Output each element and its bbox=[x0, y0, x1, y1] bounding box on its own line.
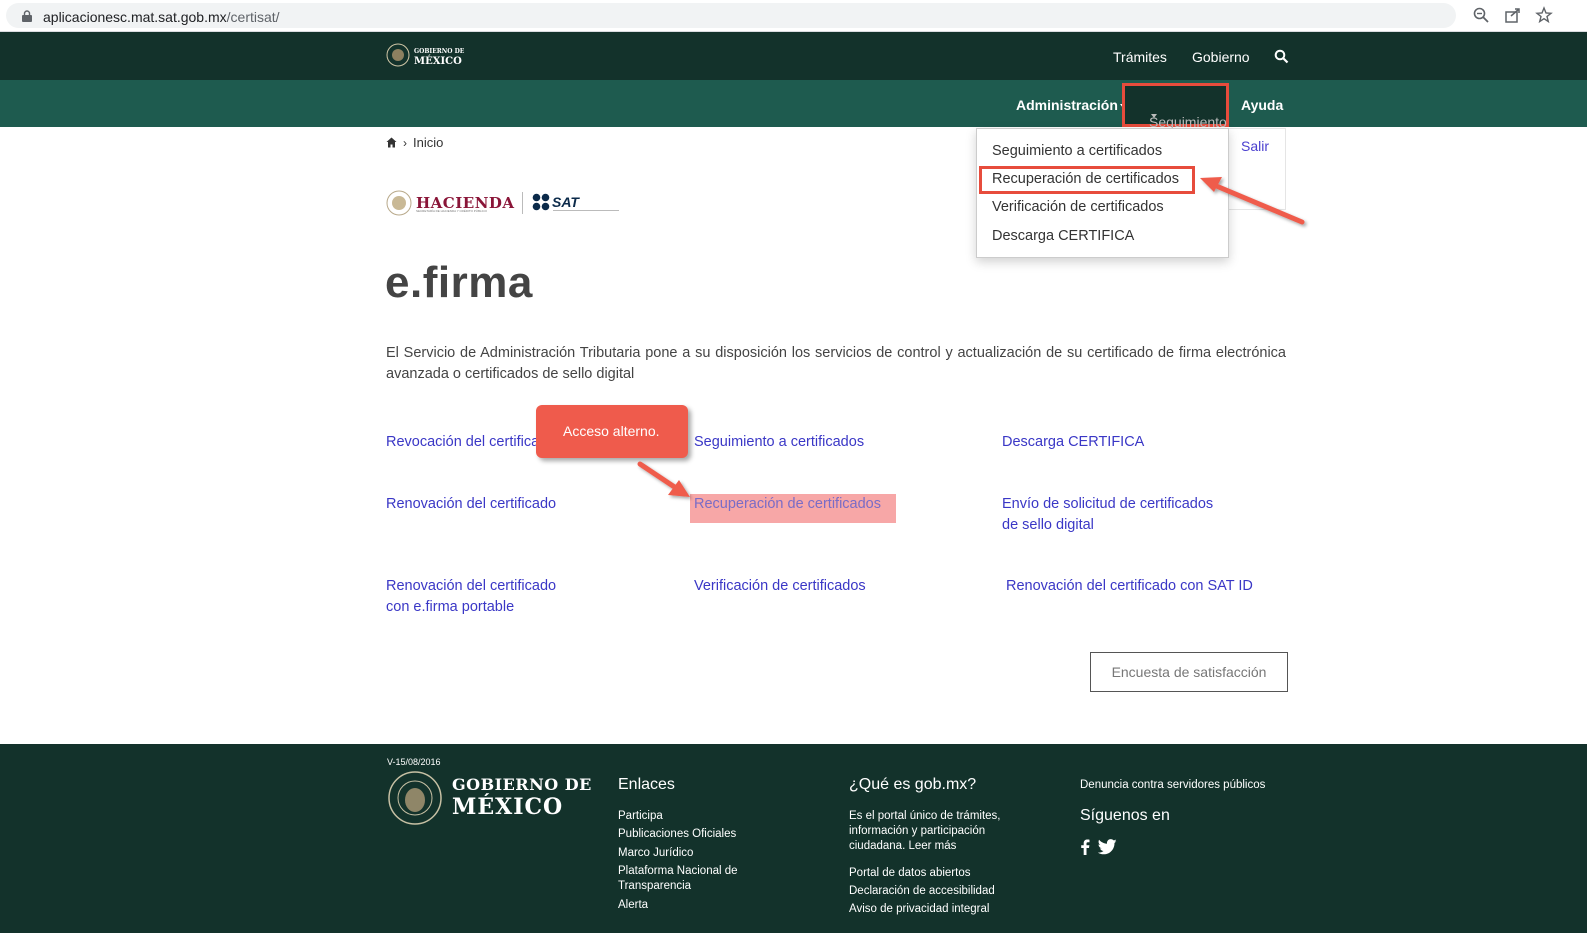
seguimiento-link[interactable]: Seguimiento a certificados bbox=[694, 432, 864, 453]
eagle-emblem-icon bbox=[386, 190, 412, 216]
dropdown-item-recuperacion[interactable]: Recuperación de certificados bbox=[992, 171, 1179, 187]
renovacion-satid-link[interactable]: Renovación del certificado con SAT ID bbox=[1006, 576, 1253, 597]
footer-link-plataforma[interactable]: Plataforma Nacional de Transparencia bbox=[618, 864, 738, 894]
breadcrumb-inicio[interactable]: Inicio bbox=[413, 135, 443, 150]
footer-link-datos-abiertos[interactable]: Portal de datos abiertos bbox=[849, 866, 970, 881]
revocacion-link[interactable]: Revocación del certificado bbox=[386, 432, 555, 453]
gobierno-mexico-logo[interactable]: GOBIERNO DE MÉXICO bbox=[386, 43, 464, 72]
home-icon[interactable] bbox=[386, 137, 397, 148]
administracion-menu[interactable]: Administración bbox=[1016, 97, 1126, 113]
footer-link-accesibilidad[interactable]: Declaración de accesibilidad bbox=[849, 884, 995, 899]
sat-dots-icon bbox=[532, 193, 550, 211]
lock-icon bbox=[22, 10, 32, 22]
recuperacion-link[interactable]: Recuperación de certificados bbox=[694, 494, 881, 515]
gobierno-link[interactable]: Gobierno bbox=[1192, 49, 1250, 65]
footer-link-denuncia[interactable]: Denuncia contra servidores públicos bbox=[1080, 778, 1265, 793]
gov-header: GOBIERNO DE MÉXICO Trámites Gobierno bbox=[0, 32, 1587, 80]
footer: V-15/08/2016 GOBIERNO DE MÉXICO Enlaces P… bbox=[0, 744, 1587, 933]
chevron-right-icon: › bbox=[403, 135, 407, 150]
eagle-emblem-icon bbox=[388, 771, 442, 825]
arrow-to-recuperacion-link bbox=[637, 461, 690, 497]
facebook-icon[interactable] bbox=[1080, 839, 1090, 855]
twitter-icon[interactable] bbox=[1098, 839, 1117, 855]
dropdown-item-seguimiento[interactable]: Seguimiento a certificados bbox=[992, 143, 1162, 159]
footer-link-participa[interactable]: Participa bbox=[618, 809, 663, 824]
verificacion-link[interactable]: Verificación de certificados bbox=[694, 576, 866, 597]
page-description: El Servicio de Administración Tributaria… bbox=[386, 345, 1286, 382]
envio-solicitud-link[interactable]: Envío de solicitud de certificados de sel… bbox=[1002, 494, 1213, 536]
footer-link-publicaciones[interactable]: Publicaciones Oficiales bbox=[618, 827, 736, 842]
dropdown-item-descarga[interactable]: Descarga CERTIFICA bbox=[992, 228, 1134, 244]
version-label: V-15/08/2016 bbox=[387, 757, 441, 767]
sat-underline bbox=[553, 210, 619, 211]
que-es-heading: ¿Qué es gob.mx? bbox=[849, 776, 977, 793]
renovacion-link[interactable]: Renovación del certificado bbox=[386, 494, 556, 515]
zoom-icon[interactable] bbox=[1472, 6, 1490, 24]
footer-link-privacidad[interactable]: Aviso de privacidad integral bbox=[849, 902, 989, 917]
caret-down-icon bbox=[1151, 114, 1157, 118]
siguenos-heading: Síguenos en bbox=[1080, 807, 1170, 824]
que-es-description: Es el portal único de trámites, informac… bbox=[849, 810, 1001, 852]
social-links bbox=[1080, 839, 1117, 855]
tramites-link[interactable]: Trámites bbox=[1113, 49, 1167, 65]
survey-button[interactable]: Encuesta de satisfacción bbox=[1090, 652, 1288, 692]
browser-address-bar: aplicacionesc.mat.sat.gob.mx/certisat/ bbox=[0, 0, 1587, 32]
enlaces-heading: Enlaces bbox=[618, 776, 675, 793]
hacienda-logo: HACIENDA SECRETARÍA DE HACIENDA Y CRÉDIT… bbox=[386, 190, 515, 216]
annotation-callout: Acceso alterno. bbox=[536, 405, 688, 458]
dropdown-item-verificacion[interactable]: Verificación de certificados bbox=[992, 199, 1164, 215]
footer-gov-logo-text: GOBIERNO DE MÉXICO bbox=[452, 775, 592, 820]
bookmark-star-icon[interactable] bbox=[1535, 6, 1553, 24]
sat-logo: SAT bbox=[532, 193, 579, 211]
footer-link-marco-juridico[interactable]: Marco Jurídico bbox=[618, 846, 693, 861]
search-icon[interactable] bbox=[1274, 49, 1289, 64]
logo-divider bbox=[522, 192, 523, 214]
ayuda-menu[interactable]: Ayuda bbox=[1241, 97, 1283, 113]
eagle-emblem-icon bbox=[386, 43, 410, 67]
breadcrumb: › Inicio bbox=[386, 135, 443, 150]
url-field[interactable]: aplicacionesc.mat.sat.gob.mx/certisat/ bbox=[6, 3, 1456, 28]
url-text: aplicacionesc.mat.sat.gob.mx/certisat/ bbox=[43, 9, 280, 25]
share-icon[interactable] bbox=[1504, 6, 1522, 24]
descarga-certifica-link[interactable]: Descarga CERTIFICA bbox=[1002, 432, 1144, 453]
page-title: e.firma bbox=[385, 258, 533, 307]
salir-link[interactable]: Salir bbox=[1241, 138, 1269, 154]
seguimiento-menu[interactable]: Seguimiento bbox=[1122, 83, 1229, 130]
sub-navigation: Administración Ayuda bbox=[0, 80, 1587, 127]
seguimiento-dropdown: Seguimiento a certificados Recuperación … bbox=[976, 128, 1229, 258]
renovacion-portable-link[interactable]: Renovación del certificado con e.firma po… bbox=[386, 576, 556, 618]
footer-link-alerta[interactable]: Alerta bbox=[618, 898, 648, 913]
